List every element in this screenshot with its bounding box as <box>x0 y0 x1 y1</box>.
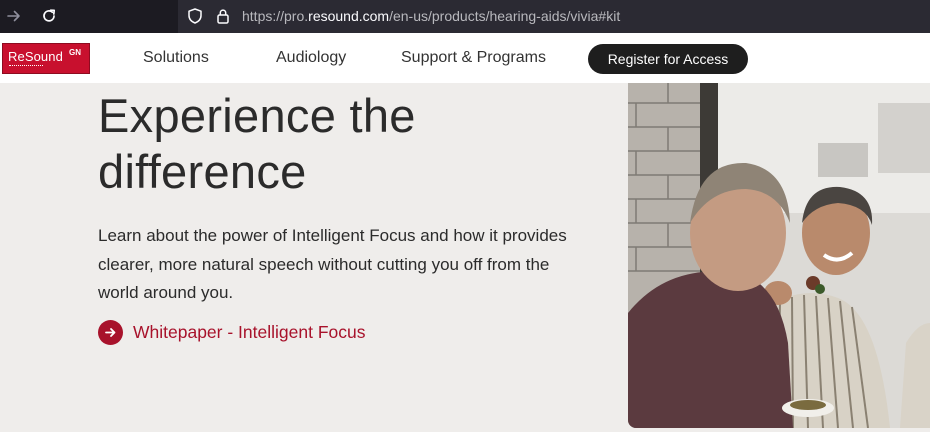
whitepaper-link[interactable]: Whitepaper - Intelligent Focus <box>98 319 365 345</box>
register-for-access-button[interactable]: Register for Access <box>588 44 748 74</box>
lock-icon[interactable] <box>214 7 232 25</box>
hero-description: Learn about the power of Intelligent Foc… <box>98 226 567 302</box>
logo-wordmark: ReSound <box>8 49 63 64</box>
hero-title: Experience the difference <box>98 88 578 200</box>
nav-solutions[interactable]: Solutions <box>143 49 209 67</box>
hero-title-line1: Experience the <box>98 89 416 142</box>
logo-gn-mark: GN <box>69 48 81 57</box>
url-path: /en-us/products/hearing-aids/vivia#kit <box>389 8 621 24</box>
site-header: ReSound GN Solutions Audiology Support &… <box>0 33 930 83</box>
resound-logo[interactable]: ReSound GN <box>2 43 90 74</box>
hero-title-line2: difference <box>98 145 307 198</box>
arrow-right-circle-icon[interactable] <box>98 319 123 345</box>
url-host: resound.com <box>308 8 390 24</box>
url-prefix: https://pro. <box>242 8 309 24</box>
url-text[interactable]: https://pro.resound.com/en-us/products/h… <box>242 8 620 24</box>
whitepaper-link-text[interactable]: Whitepaper - Intelligent Focus <box>133 322 365 343</box>
forward-arrow-icon[interactable] <box>1 4 27 28</box>
nav-audiology[interactable]: Audiology <box>276 49 346 67</box>
logo-underline <box>9 65 43 66</box>
reload-icon[interactable] <box>36 4 62 28</box>
browser-toolbar: https://pro.resound.com/en-us/products/h… <box>0 0 930 33</box>
shield-icon[interactable] <box>186 7 204 25</box>
hero-photo <box>628 83 930 428</box>
nav-support-programs[interactable]: Support & Programs <box>401 49 546 67</box>
